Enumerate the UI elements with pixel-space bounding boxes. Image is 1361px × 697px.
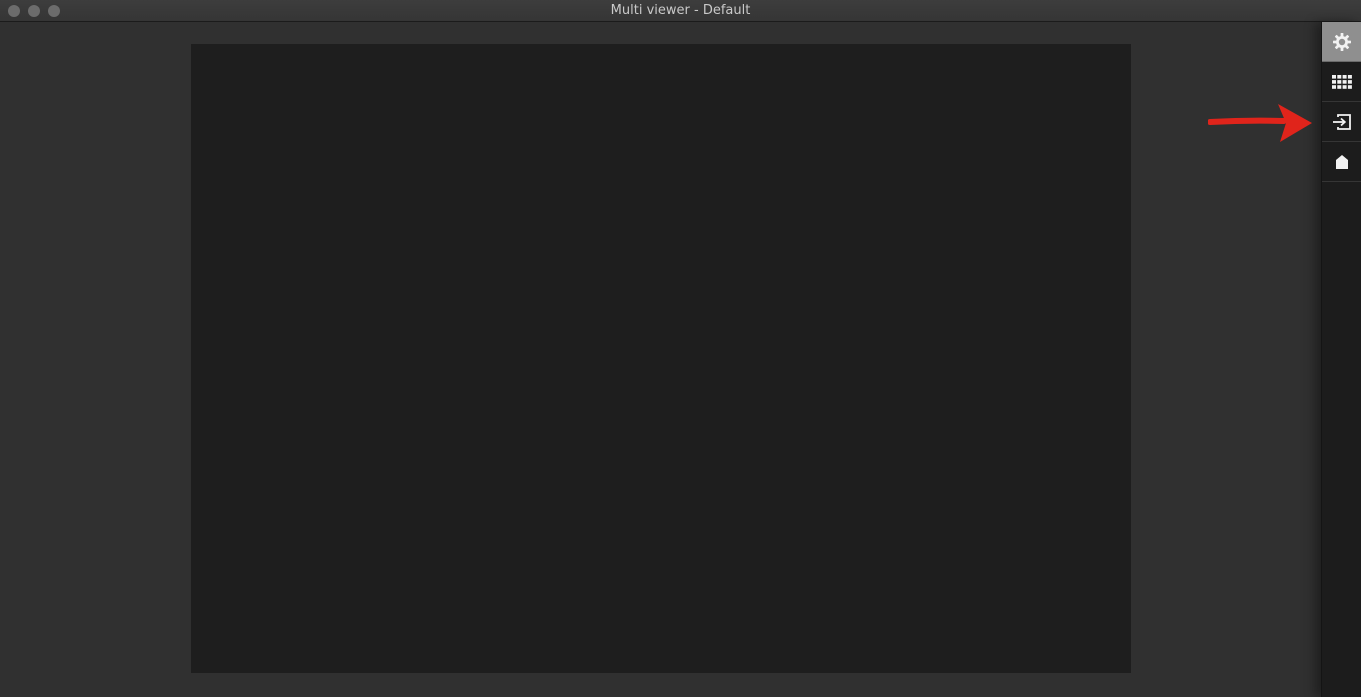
home-icon bbox=[1335, 154, 1348, 169]
settings-button[interactable] bbox=[1322, 22, 1361, 62]
gear-icon bbox=[1332, 32, 1351, 51]
layout-grid-button[interactable] bbox=[1322, 62, 1361, 102]
annotation-arrow-icon bbox=[1208, 104, 1312, 142]
title-bar[interactable]: Multi viewer - Default bbox=[0, 0, 1361, 22]
main-content-area bbox=[0, 22, 1321, 697]
home-button[interactable] bbox=[1322, 142, 1361, 182]
input-source-button[interactable] bbox=[1322, 102, 1361, 142]
viewer-canvas[interactable] bbox=[191, 44, 1131, 673]
window-title: Multi viewer - Default bbox=[610, 3, 751, 18]
app-window: Multi viewer - Default bbox=[0, 0, 1361, 697]
grid-icon bbox=[1331, 74, 1352, 89]
input-icon bbox=[1332, 113, 1351, 130]
right-toolbar bbox=[1321, 22, 1361, 697]
